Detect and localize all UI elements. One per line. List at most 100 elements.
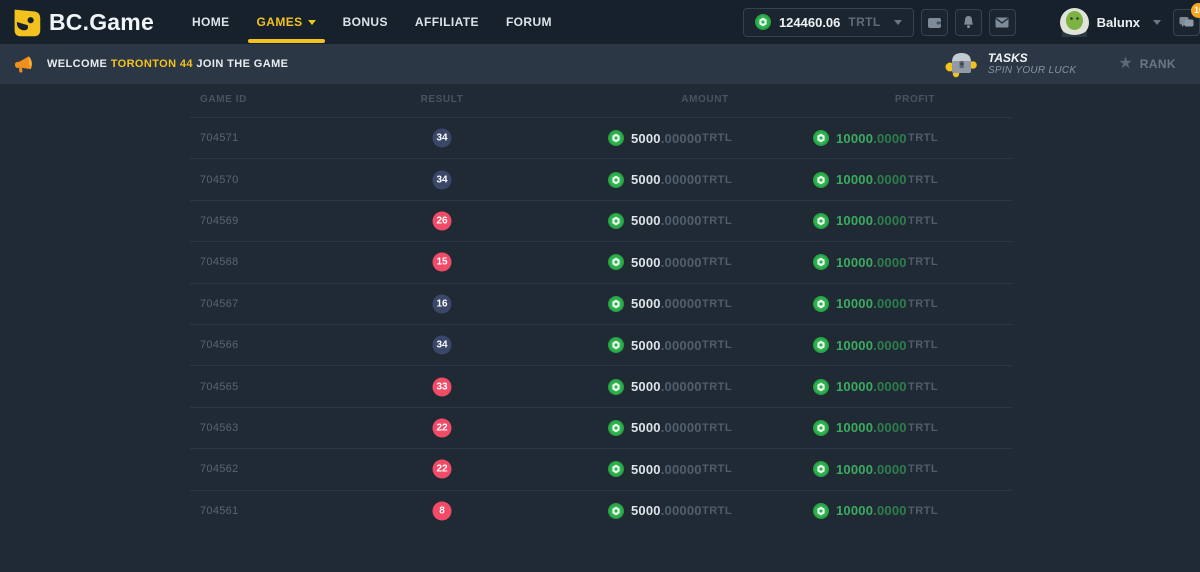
profit-cell: 10000.0000 (813, 130, 907, 146)
bets-table: GAME ID RESULT AMOUNT PROFIT 704571 34 5… (190, 84, 1012, 531)
nav-affiliate[interactable]: AFFILIATE (415, 0, 479, 44)
profit-cell: 10000.0000 (813, 461, 907, 477)
profit-cell: 10000.0000 (813, 337, 907, 353)
profit-value: 10000.0000 (836, 213, 907, 228)
trtl-coin-icon (608, 461, 624, 477)
tasks-title: TASKS (988, 52, 1076, 65)
amount-value: 5000.00000 (631, 296, 702, 311)
game-id: 704569 (200, 215, 239, 227)
amount-cell: 5000.00000 (608, 130, 702, 146)
profit-cell: 10000.0000 (813, 296, 907, 312)
profit-cell: 10000.0000 (813, 213, 907, 229)
amount-value: 5000.00000 (631, 379, 702, 394)
profit-value: 10000.0000 (836, 172, 907, 187)
trtl-coin-icon (608, 420, 624, 436)
amount-value: 5000.00000 (631, 338, 702, 353)
trtl-coin-icon (813, 461, 829, 477)
amount-cell: 5000.00000 (608, 254, 702, 270)
table-row[interactable]: 704562 22 5000.00000 TRTL (190, 448, 1012, 489)
rank-widget[interactable]: ★ RANK (1118, 56, 1182, 72)
welcome-banner: WELCOME TORONTON 44 JOIN THE GAME TASKS … (0, 44, 1200, 84)
profit-currency: TRTL (908, 298, 938, 310)
table-row[interactable]: 704570 34 5000.00000 TRTL (190, 158, 1012, 199)
chat-button[interactable]: 10 (1173, 9, 1200, 36)
wallet-icon (927, 16, 942, 29)
treasure-chest-icon (943, 50, 979, 78)
profit-value: 10000.0000 (836, 503, 907, 518)
active-tab-underline (248, 39, 325, 43)
nav-bonus[interactable]: BONUS (343, 0, 388, 44)
profit-value: 10000.0000 (836, 338, 907, 353)
amount-cell: 5000.00000 (608, 379, 702, 395)
nav-home[interactable]: HOME (192, 0, 230, 44)
profit-cell: 10000.0000 (813, 254, 907, 270)
table-row[interactable]: 704561 8 5000.00000 TRTL (190, 490, 1012, 531)
notifications-button[interactable] (955, 9, 982, 36)
wallet-button[interactable] (921, 9, 948, 36)
result-badge: 22 (433, 460, 452, 479)
amount-value: 5000.00000 (631, 172, 702, 187)
profit-currency: TRTL (908, 215, 938, 227)
amount-value: 5000.00000 (631, 420, 702, 435)
table-row[interactable]: 704563 22 5000.00000 TRTL (190, 407, 1012, 448)
game-id: 704561 (200, 505, 239, 517)
profit-value: 10000.0000 (836, 255, 907, 270)
profit-currency: TRTL (908, 505, 938, 517)
megaphone-icon (13, 53, 36, 75)
trtl-coin-icon (608, 503, 624, 519)
brand-name: BC.Game (49, 9, 154, 36)
table-row[interactable]: 704567 16 5000.00000 TRTL (190, 283, 1012, 324)
table-row[interactable]: 704565 33 5000.00000 TRTL (190, 365, 1012, 406)
user-menu[interactable]: Balunx (1060, 8, 1161, 37)
nav-forum[interactable]: FORUM (506, 0, 552, 44)
chat-notification-badge: 10 (1191, 3, 1200, 18)
profit-cell: 10000.0000 (813, 172, 907, 188)
chat-icon (1179, 16, 1194, 29)
header-profit: PROFIT (895, 94, 935, 105)
banner-right-group: TASKS SPIN YOUR LUCK ★ RANK (943, 50, 1182, 78)
trtl-coin-icon (813, 254, 829, 270)
table-row[interactable]: 704569 26 5000.00000 TRTL (190, 200, 1012, 241)
header-amount: AMOUNT (681, 94, 728, 105)
game-id: 704571 (200, 132, 239, 144)
trtl-coin-icon (608, 379, 624, 395)
profit-currency: TRTL (908, 256, 938, 268)
result-badge: 22 (433, 418, 452, 437)
profit-currency: TRTL (908, 339, 938, 351)
amount-currency: TRTL (702, 339, 732, 351)
trtl-coin-icon (608, 213, 624, 229)
nav-games[interactable]: GAMES (257, 0, 316, 44)
amount-value: 5000.00000 (631, 503, 702, 518)
trtl-coin-icon (813, 379, 829, 395)
result-badge: 34 (433, 170, 452, 189)
amount-currency: TRTL (702, 215, 732, 227)
amount-currency: TRTL (702, 174, 732, 186)
table-row[interactable]: 704568 15 5000.00000 TRTL (190, 241, 1012, 282)
table-row[interactable]: 704566 34 5000.00000 TRTL (190, 324, 1012, 365)
trtl-coin-icon (608, 130, 624, 146)
profit-currency: TRTL (908, 381, 938, 393)
tasks-widget[interactable]: TASKS SPIN YOUR LUCK (943, 50, 1076, 78)
brand-logo[interactable]: BC.Game (10, 6, 154, 39)
profit-cell: 10000.0000 (813, 420, 907, 436)
trtl-coin-icon (608, 254, 624, 270)
amount-currency: TRTL (702, 298, 732, 310)
tasks-subtitle: SPIN YOUR LUCK (988, 65, 1076, 77)
amount-currency: TRTL (702, 463, 732, 475)
trtl-coin-icon (608, 337, 624, 353)
rank-label: RANK (1140, 57, 1176, 71)
amount-cell: 5000.00000 (608, 296, 702, 312)
tasks-labels: TASKS SPIN YOUR LUCK (988, 52, 1076, 77)
profit-value: 10000.0000 (836, 296, 907, 311)
main-menu: HOME GAMES BONUS AFFILIATE FORUM (192, 0, 552, 44)
main-content: GAME ID RESULT AMOUNT PROFIT 704571 34 5… (0, 84, 1200, 572)
messages-button[interactable] (989, 9, 1016, 36)
trtl-coin-icon (813, 213, 829, 229)
header-result: RESULT (421, 94, 464, 105)
profit-value: 10000.0000 (836, 420, 907, 435)
table-body: 704571 34 5000.00000 TRTL (190, 117, 1012, 531)
game-id: 704563 (200, 422, 239, 434)
balance-selector[interactable]: 124460.06 TRTL (743, 8, 914, 37)
table-row[interactable]: 704571 34 5000.00000 TRTL (190, 117, 1012, 158)
amount-currency: TRTL (702, 505, 732, 517)
